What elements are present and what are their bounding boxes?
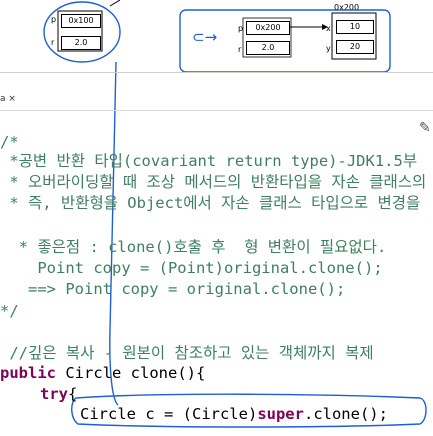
code-line-6: Point copy = (Point)original.clone();	[0, 259, 383, 277]
reference-arrowhead	[322, 24, 328, 30]
code-line-7: ==> Point copy = original.clone();	[0, 280, 346, 298]
pencil-icon[interactable]: ✎	[419, 120, 431, 136]
code-line-1: /*	[0, 133, 19, 151]
pen-stroke	[109, 0, 121, 7]
editor-tab-close[interactable]: a ×	[0, 94, 16, 104]
code-line-9: //깊은 복사 - 원본이 참조하고 있는 객체까지 복제	[0, 344, 374, 362]
code-line-10: public Circle clone(){	[0, 364, 205, 382]
code-line-2: *공변 반환 타입(covariant return type)-JDK1.5부	[0, 152, 418, 170]
code-line-12: Circle c = (Circle)super.clone();	[80, 405, 388, 423]
method-signature: Circle clone(){	[56, 364, 206, 382]
right-object-box	[331, 12, 377, 60]
code-line-4: * 즉, 반환형을 Object에서 자손 클래스 타입으로 변경을	[0, 194, 421, 212]
code-line-5: * 좋은점 : clone()호출 후 형 변환이 필요없다.	[0, 238, 387, 256]
code-line-3: * 오버라이딩할 때 조상 메서드의 반환타입을 자손 클래스의	[0, 173, 427, 191]
code-line-8: */	[0, 302, 19, 320]
try-brace: {	[68, 385, 78, 403]
editor-divider	[0, 72, 433, 73]
left-object-box	[57, 10, 103, 52]
clone-cast: Circle c = (Circle)	[80, 405, 258, 423]
keyword-try: try	[40, 385, 68, 403]
keyword-super: super	[257, 405, 304, 423]
code-line-11: try{	[40, 385, 77, 403]
right-clone-box	[242, 17, 292, 58]
right-frame-annotation	[179, 9, 391, 73]
keyword-public: public	[0, 364, 56, 382]
clone-call: .clone();	[303, 405, 388, 423]
tab-separator	[0, 110, 433, 111]
